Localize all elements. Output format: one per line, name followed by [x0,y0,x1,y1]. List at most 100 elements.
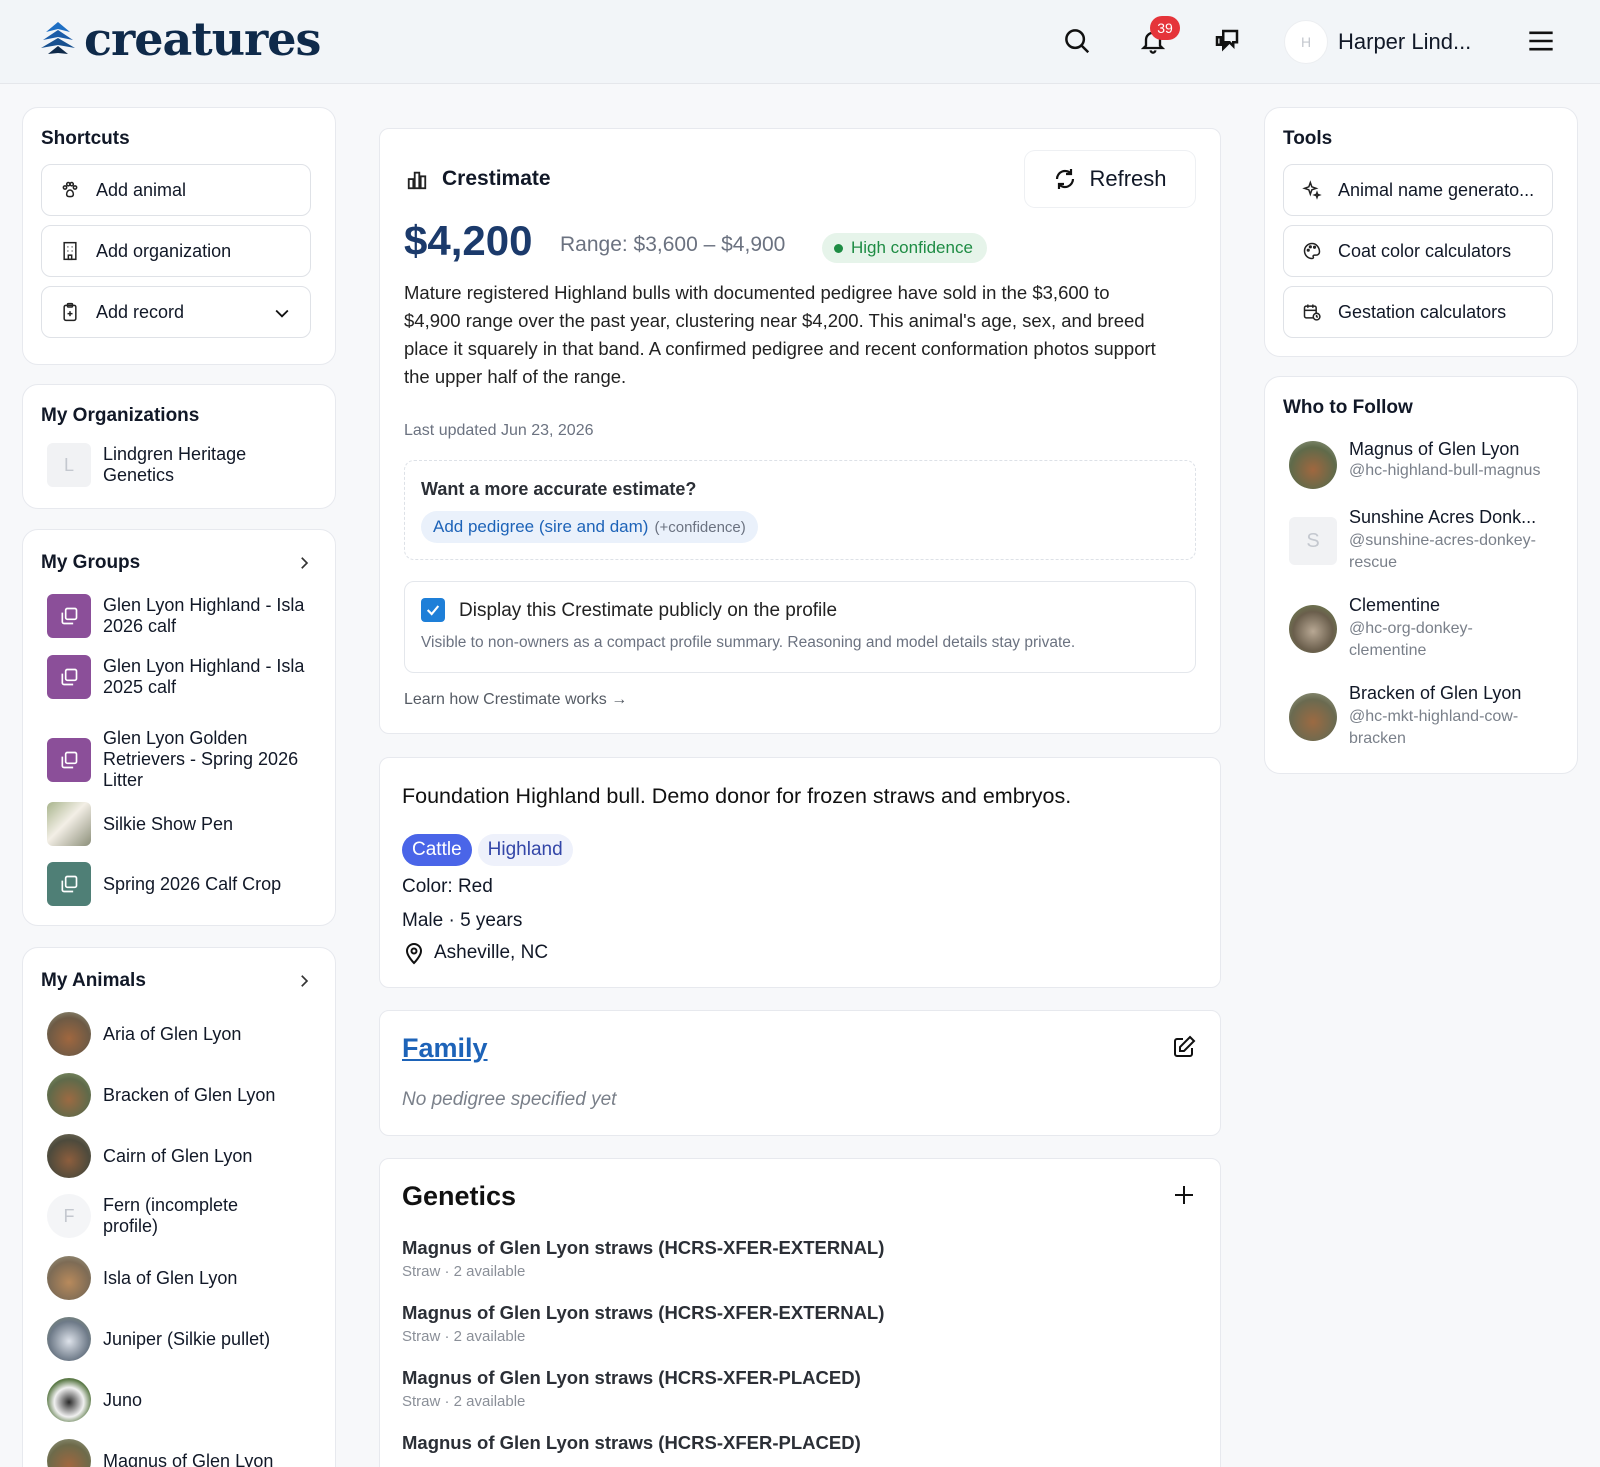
crestimate-card: Crestimate Refresh $4,200 Range: $3,600 … [379,128,1221,734]
groups-card: My Groups Glen Lyon Highland - Isla 2026… [22,529,336,926]
follow-name: Clementine [1349,595,1441,615]
group-name: Glen Lyon Golden Retrievers - Spring 202… [103,728,299,790]
follow-avatar [1289,693,1337,741]
follow-avatar [1289,605,1337,653]
breed-tag[interactable]: Highland [477,834,573,866]
accuracy-prompt-box: Want a more accurate estimate? Add pedig… [404,460,1196,560]
calendar-clock-icon [1302,302,1322,322]
animal-name: Isla of Glen Lyon [103,1267,238,1288]
messages-button[interactable] [1210,24,1244,58]
group-name: Silkie Show Pen [103,813,234,834]
animal-item[interactable]: Magnus of Glen Lyon [47,1439,273,1467]
genetics-item-title: Magnus of Glen Lyon straws (HCRS-XFER-EX… [402,1237,885,1258]
add-pedigree-button[interactable]: Add pedigree (sire and dam) (+confidence… [421,511,758,543]
animal-name: Fern (incomplete profile) [103,1195,239,1236]
confidence-badge: High confidence [822,233,987,263]
follow-suggestion[interactable]: Clementine @hc-org-donkey-clementine [1289,595,1519,662]
add-organization-button[interactable]: Add organization [41,225,311,277]
animals-title: My Animals [41,970,146,991]
public-display-label: Display this Crestimate publicly on the … [459,600,838,621]
coat-color-button[interactable]: Coat color calculators [1283,225,1553,277]
group-name: Glen Lyon Highland - Isla 2025 calf [103,656,305,697]
confidence-label: High confidence [851,238,973,257]
animals-card: My Animals Aria of Glen Lyon Bracken of … [22,947,336,1467]
add-animal-button[interactable]: Add animal [41,164,311,216]
follow-suggestion[interactable]: Magnus of Glen Lyon @hc-highland-bull-ma… [1289,439,1559,489]
animal-sex-age: Male · 5 years [402,910,523,931]
follow-avatar: S [1289,517,1337,565]
user-name[interactable]: Harper Lind... [1338,29,1471,55]
estimate-reasoning: Mature registered Highland bulls with do… [404,282,1156,387]
animal-item[interactable]: Cairn of Glen Lyon [47,1134,252,1178]
group-item[interactable]: Silkie Show Pen [47,802,233,846]
animal-item[interactable]: Juniper (Silkie pullet) [47,1317,270,1361]
follow-handle: @hc-highland-bull-magnus [1349,462,1541,479]
groups-title: My Groups [41,552,141,573]
notifications-button[interactable]: 39 [1136,16,1180,58]
genetics-item[interactable]: Magnus of Glen Lyon straws (HCRS-XFER-EX… [402,1302,884,1345]
tools-title: Tools [1283,128,1333,149]
animal-name: Magnus of Glen Lyon [103,1450,274,1467]
logo[interactable]: creatures [40,14,321,64]
add-record-dropdown[interactable]: Add record [41,286,311,338]
search-button[interactable] [1060,24,1094,58]
group-icon [47,594,91,638]
organization-avatar: L [47,443,91,487]
plus-icon[interactable] [1172,1183,1196,1207]
checkmark-icon [426,605,440,616]
refresh-label: Refresh [1089,166,1167,191]
group-item[interactable]: Glen Lyon Highland - Isla 2025 calf [47,655,323,699]
crestimate-title: Crestimate [442,167,551,190]
top-header: creatures 39 H Harper Lind... [0,0,1600,84]
menu-button[interactable] [1524,24,1558,58]
chevron-right-icon[interactable] [295,554,313,572]
genetics-item[interactable]: Magnus of Glen Lyon straws (HCRS-XFER-EX… [402,1237,884,1280]
follow-handle: @hc-org-donkey-clementine [1349,620,1473,659]
genetics-item[interactable]: Magnus of Glen Lyon straws (HCRS-XFER-PL… [402,1367,861,1410]
learn-more-link[interactable]: Learn how Crestimate works → [404,691,627,709]
group-name: Spring 2026 Calf Crop [103,873,282,894]
follow-avatar [1289,441,1337,489]
animal-item[interactable]: F Fern (incomplete profile) [47,1194,293,1238]
paw-icon [60,180,80,200]
group-icon [47,655,91,699]
group-icon [47,737,91,782]
organization-item[interactable]: L Lindgren Heritage Genetics [47,443,283,487]
refresh-button[interactable]: Refresh [1025,151,1195,207]
family-card: Family No pedigree specified yet [379,1010,1221,1136]
animal-item[interactable]: Juno [47,1378,142,1422]
genetics-item[interactable]: Magnus of Glen Lyon straws (HCRS-XFER-PL… [402,1432,861,1454]
genetics-item-sub: Straw · 2 available [402,1393,526,1410]
chevron-right-icon[interactable] [295,972,313,990]
group-photo [47,802,91,846]
edit-icon[interactable] [1172,1035,1196,1059]
gestation-button[interactable]: Gestation calculators [1283,286,1553,338]
name-generator-button[interactable]: Animal name generato... [1283,164,1553,216]
group-item[interactable]: Glen Lyon Golden Retrievers - Spring 202… [47,728,323,791]
genetics-card: Genetics Magnus of Glen Lyon straws (HCR… [379,1158,1221,1467]
animal-location: Asheville, NC [402,941,548,965]
palette-icon [1302,241,1322,261]
follow-suggestion[interactable]: Bracken of Glen Lyon @hc-mkt-highland-co… [1289,683,1549,750]
gestation-label: Gestation calculators [1338,301,1507,322]
species-tag[interactable]: Cattle [402,834,472,866]
user-avatar[interactable]: H [1284,20,1328,64]
group-item[interactable]: Glen Lyon Highland - Isla 2026 calf [47,594,323,638]
sparkle-icon [1302,180,1322,200]
refresh-icon [1056,169,1075,189]
animal-item[interactable]: Isla of Glen Lyon [47,1256,237,1300]
animal-name: Bracken of Glen Lyon [103,1084,276,1105]
follow-suggestion[interactable]: S Sunshine Acres Donk... @sunshine-acres… [1289,507,1559,574]
genetics-title: Genetics [402,1181,517,1211]
logo-icon [41,22,75,54]
animal-avatar [47,1134,91,1178]
animal-avatar [47,1073,91,1117]
family-title[interactable]: Family [402,1033,488,1064]
public-display-checkbox[interactable] [421,598,445,622]
status-dot-icon [834,243,843,253]
follow-name: Bracken of Glen Lyon [1349,683,1522,703]
animal-item[interactable]: Aria of Glen Lyon [47,1012,241,1056]
animal-item[interactable]: Bracken of Glen Lyon [47,1073,275,1117]
group-item[interactable]: Spring 2026 Calf Crop [47,862,281,906]
animal-name: Aria of Glen Lyon [103,1023,242,1044]
